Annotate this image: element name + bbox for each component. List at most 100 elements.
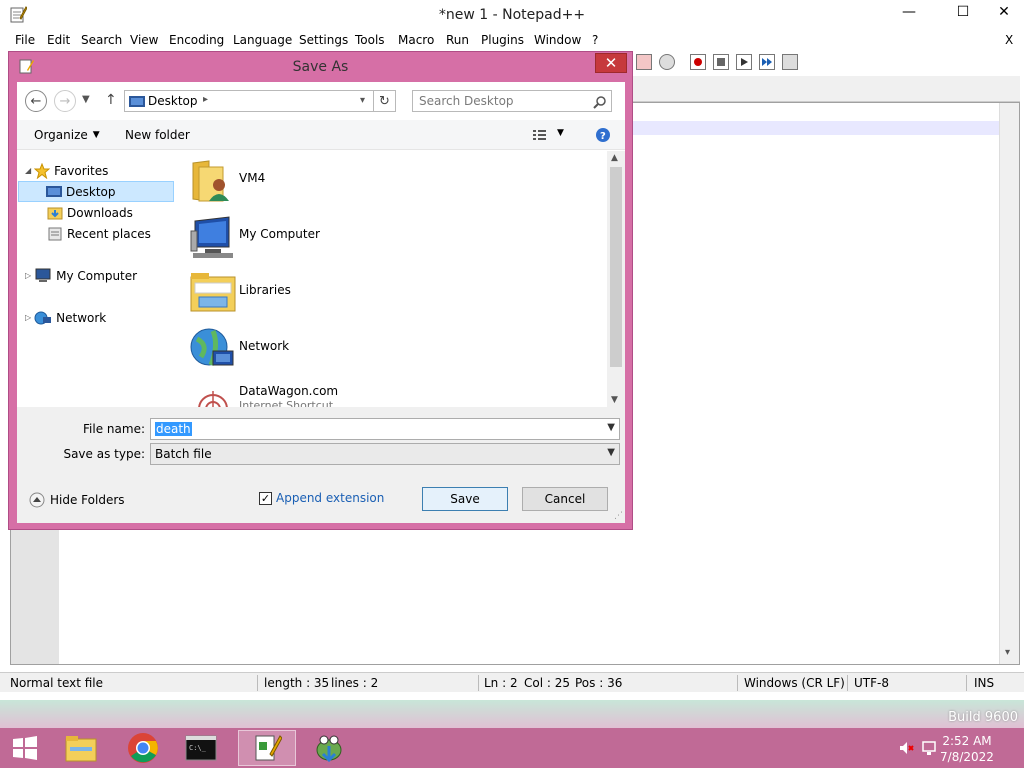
back-arrow-icon[interactable]: ← xyxy=(25,90,47,112)
append-extension-label: Append extension xyxy=(276,491,385,505)
minimize-button[interactable]: — xyxy=(886,0,932,24)
start-button[interactable] xyxy=(0,730,50,766)
network-globe-icon xyxy=(189,325,237,373)
status-divider xyxy=(257,675,258,691)
scroll-down-arrow-icon[interactable]: ▾ xyxy=(1005,647,1010,658)
scrollbar-thumb[interactable] xyxy=(610,167,622,367)
desktop-icon xyxy=(46,185,62,198)
collapsed-chevron-icon[interactable]: ▷ xyxy=(25,313,31,322)
status-col: Col : 25 xyxy=(524,676,570,690)
file-explorer-taskbar-icon[interactable] xyxy=(56,730,106,766)
dialog-title-bar: Save As ✕ xyxy=(9,52,632,82)
dialog-close-button[interactable]: ✕ xyxy=(595,53,627,73)
collapsed-chevron-icon[interactable]: ▷ xyxy=(25,271,31,280)
toolbar-icon[interactable] xyxy=(659,54,675,70)
tree-my-computer[interactable]: ▷ My Computer xyxy=(25,265,137,286)
notepadpp-taskbar-icon[interactable] xyxy=(238,730,296,766)
scroll-down-arrow-icon[interactable]: ▼ xyxy=(611,395,618,405)
change-view-icon[interactable] xyxy=(532,128,548,142)
menu-run[interactable]: Run xyxy=(446,33,469,47)
status-divider xyxy=(966,675,967,691)
recent-locations-chevron-icon[interactable]: ▼ xyxy=(82,94,90,105)
search-icon[interactable] xyxy=(593,95,607,109)
file-name-input[interactable]: death xyxy=(155,422,192,436)
menu-file[interactable]: File xyxy=(15,33,35,47)
navigation-bar: ← → ▼ ↑ Desktop ▸ ▾ ↻ xyxy=(17,82,625,120)
address-bar[interactable]: Desktop ▸ ▾ xyxy=(124,90,374,112)
file-type: Internet Shortcut xyxy=(239,399,334,407)
resize-grip-icon[interactable]: ⋰ xyxy=(614,511,623,521)
close-document-x[interactable]: X xyxy=(1005,33,1013,47)
desktop-background xyxy=(0,700,1024,728)
menu-tools[interactable]: Tools xyxy=(355,33,385,47)
tree-downloads[interactable]: Downloads xyxy=(47,202,133,223)
file-name-label: File name: xyxy=(83,422,145,436)
append-extension-checkbox[interactable]: ✓ Append extension xyxy=(259,491,384,505)
save-as-type-chevron-icon[interactable]: ▼ xyxy=(607,447,615,458)
hide-folders-button[interactable]: Hide Folders xyxy=(29,492,125,508)
save-button[interactable]: Save xyxy=(422,487,508,511)
maximize-button[interactable]: ☐ xyxy=(940,0,986,24)
menu-language[interactable]: Language xyxy=(233,33,292,47)
refresh-icon[interactable]: ↻ xyxy=(374,90,396,112)
expanded-chevron-icon[interactable]: ◢ xyxy=(25,166,31,175)
file-item-vm4[interactable]: VM4 xyxy=(187,153,587,209)
menu-view[interactable]: View xyxy=(130,33,158,47)
volume-muted-icon[interactable] xyxy=(898,740,914,756)
search-input[interactable] xyxy=(419,94,589,108)
play-macro-icon[interactable] xyxy=(736,54,752,70)
menu-help[interactable]: ? xyxy=(592,33,598,47)
forward-arrow-icon[interactable]: → xyxy=(54,90,76,112)
organize-button[interactable]: Organize ▼ xyxy=(34,128,100,142)
save-as-type-select[interactable]: Batch file ▼ xyxy=(150,443,620,465)
file-item-libraries[interactable]: Libraries xyxy=(187,265,587,321)
menu-macro[interactable]: Macro xyxy=(398,33,434,47)
status-encoding: UTF-8 xyxy=(854,676,889,690)
file-item-my-computer[interactable]: My Computer xyxy=(187,209,587,265)
view-options-chevron-icon[interactable]: ▼ xyxy=(557,128,564,138)
record-macro-icon[interactable] xyxy=(690,54,706,70)
file-name-dropdown-chevron-icon[interactable]: ▼ xyxy=(607,422,615,433)
utility-taskbar-icon[interactable] xyxy=(300,730,358,766)
tree-network[interactable]: ▷ Network xyxy=(25,307,106,328)
address-location: Desktop xyxy=(148,94,198,108)
checkbox-checked-icon[interactable]: ✓ xyxy=(259,491,272,505)
menu-edit[interactable]: Edit xyxy=(47,33,70,47)
file-item-network[interactable]: Network xyxy=(187,321,587,377)
taskbar-clock[interactable]: 2:52 AM 7/8/2022 xyxy=(932,733,1002,765)
menu-bar: File Edit Search View Encoding Language … xyxy=(0,31,1024,51)
menu-settings[interactable]: Settings xyxy=(299,33,348,47)
scroll-up-arrow-icon[interactable]: ▲ xyxy=(611,153,618,163)
editor-vertical-scrollbar[interactable]: ▾ xyxy=(999,103,1019,664)
up-arrow-icon[interactable]: ↑ xyxy=(105,92,117,108)
command-prompt-taskbar-icon[interactable]: C:\_ xyxy=(176,730,226,766)
file-name-combobox[interactable]: death ▼ xyxy=(150,418,620,440)
address-dropdown-chevron-icon[interactable]: ▾ xyxy=(360,95,365,106)
clock-time: 2:52 AM xyxy=(942,734,992,748)
tree-desktop-selected[interactable]: Desktop xyxy=(18,181,174,202)
new-folder-button[interactable]: New folder xyxy=(125,128,190,142)
tree-recent-places[interactable]: Recent places xyxy=(47,223,151,244)
menu-encoding[interactable]: Encoding xyxy=(169,33,224,47)
save-macro-icon[interactable] xyxy=(782,54,798,70)
menu-plugins[interactable]: Plugins xyxy=(481,33,524,47)
file-list-scrollbar[interactable]: ▲ ▼ xyxy=(607,151,625,407)
chrome-taskbar-icon[interactable] xyxy=(118,730,168,766)
menu-window[interactable]: Window xyxy=(534,33,581,47)
status-file-type: Normal text file xyxy=(10,676,104,690)
internet-shortcut-icon xyxy=(189,381,237,407)
file-name: My Computer xyxy=(239,227,320,241)
build-watermark: Build 9600 xyxy=(948,710,1018,725)
toolbar-icon[interactable] xyxy=(636,54,652,70)
close-window-button[interactable]: ✕ xyxy=(984,0,1024,24)
file-item-datawagon[interactable]: DataWagon.com Internet Shortcut xyxy=(187,377,587,407)
search-box[interactable] xyxy=(412,90,612,112)
cancel-button[interactable]: Cancel xyxy=(522,487,608,511)
run-macro-multiple-icon[interactable] xyxy=(759,54,775,70)
tree-favorites[interactable]: ◢ Favorites xyxy=(25,160,108,181)
file-name: Libraries xyxy=(239,283,291,297)
help-icon[interactable]: ? xyxy=(595,127,611,143)
menu-search[interactable]: Search xyxy=(81,33,122,47)
stop-macro-icon[interactable] xyxy=(713,54,729,70)
breadcrumb-chevron-icon[interactable]: ▸ xyxy=(203,94,208,105)
